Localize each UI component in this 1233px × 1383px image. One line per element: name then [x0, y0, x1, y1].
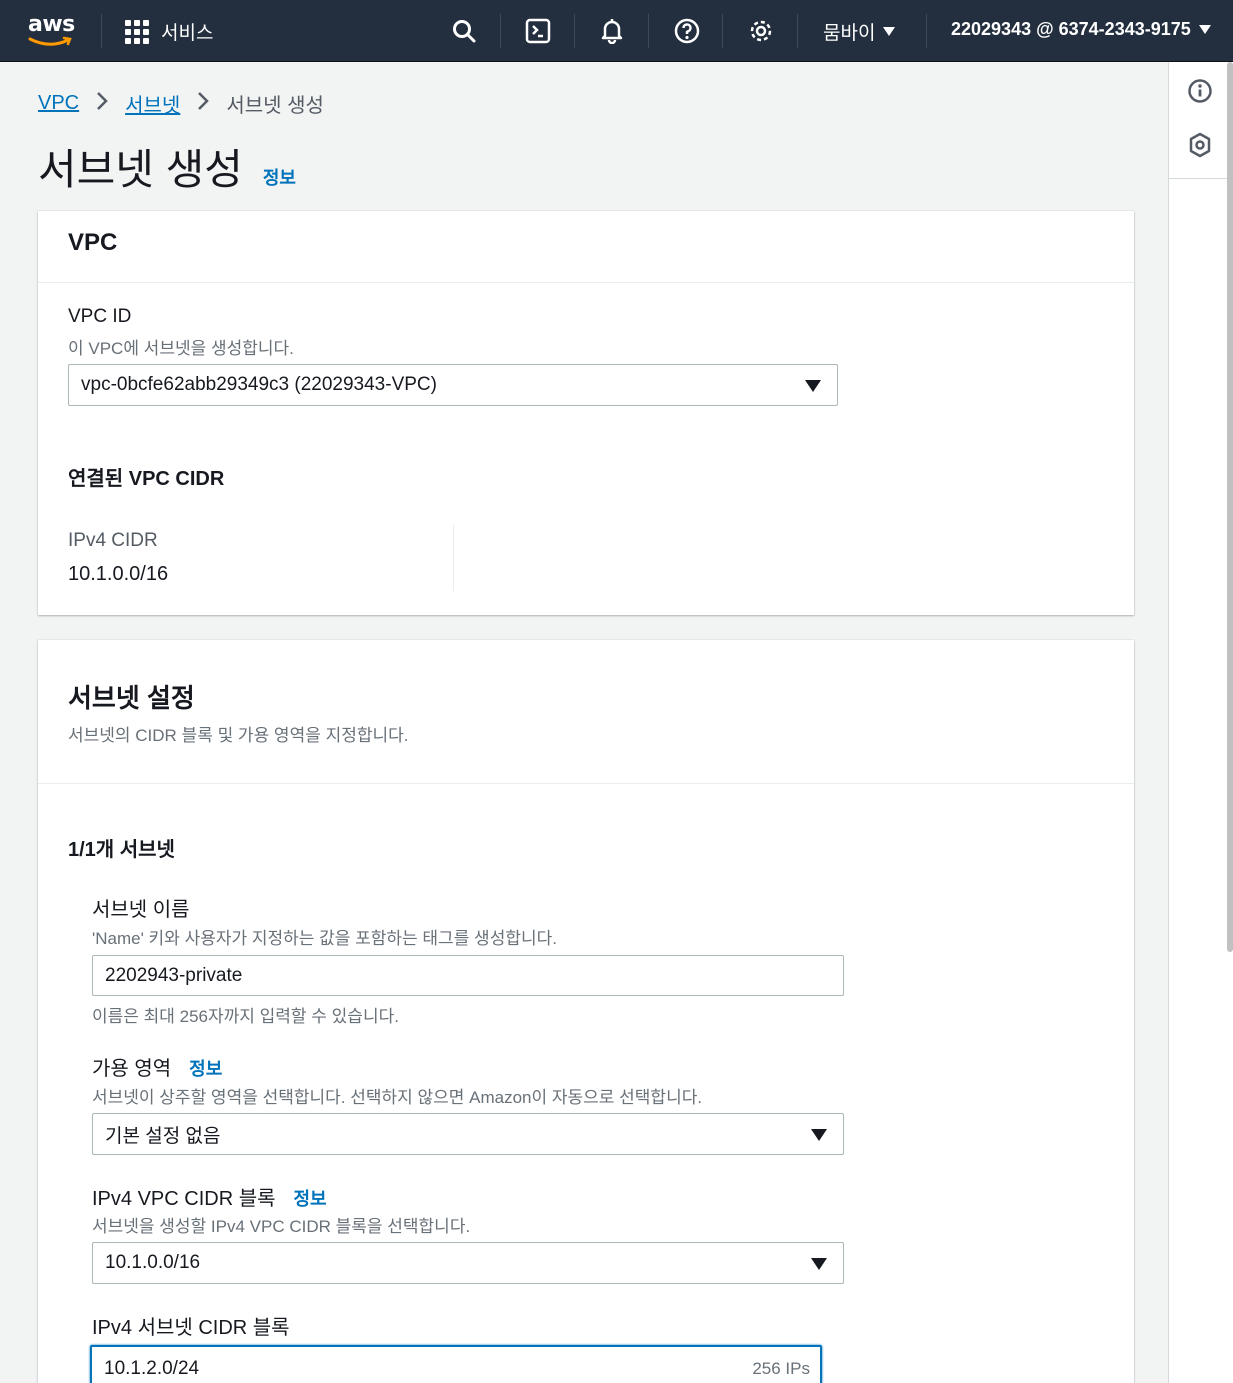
availability-zone-select[interactable]: 기본 설정 없음 — [92, 1113, 844, 1155]
ipv4-cidr-value: 10.1.0.0/16 — [68, 563, 169, 585]
aws-logo[interactable]: aws — [28, 12, 78, 50]
caret-down-icon — [1198, 25, 1211, 34]
vpc-container-header: VPC — [38, 211, 1134, 283]
availability-zone-info-link[interactable]: 정보 — [189, 1055, 222, 1081]
settings-gear-icon[interactable] — [747, 17, 775, 45]
subnet-name-input[interactable]: 2202943-private — [92, 955, 844, 996]
subnet-name-value: 2202943-private — [105, 964, 243, 986]
nav-divider — [926, 14, 927, 48]
nav-divider — [500, 14, 501, 48]
subnet-count-label: 1/1개 서브넷 — [68, 839, 175, 861]
info-panel-icon[interactable] — [1187, 78, 1213, 104]
tools-rail — [1168, 62, 1233, 1383]
vpc-id-description: 이 VPC에 서브넷을 생성합니다. — [68, 339, 294, 358]
breadcrumb: VPC 서브넷 서브넷 생성 — [38, 89, 324, 118]
nav-divider — [797, 14, 798, 48]
availability-zone-value: 기본 설정 없음 — [105, 1125, 221, 1147]
cloudshell-hex-icon[interactable] — [1187, 132, 1213, 158]
breadcrumb-current: 서브넷 생성 — [226, 95, 324, 117]
ipv4-vpc-cidr-label: IPv4 VPC CIDR 블록 — [92, 1188, 276, 1210]
ipv4-cidr-label: IPv4 CIDR — [68, 530, 158, 551]
services-menu-button[interactable]: 서비스 — [125, 18, 213, 45]
ipv4-subnet-cidr-value: 10.1.2.0/24 — [104, 1358, 200, 1379]
ipv4-vpc-cidr-select[interactable]: 10.1.0.0/16 — [92, 1242, 844, 1284]
subnet-settings-header: 서브넷 설정 서브넷의 CIDR 블록 및 가용 영역을 지정합니다. — [38, 640, 1134, 784]
nav-divider — [722, 14, 723, 48]
subnet-name-description: 'Name' 키와 사용자가 지정하는 값을 포함하는 태그를 생성합니다. — [92, 929, 557, 948]
cloudshell-icon[interactable] — [524, 17, 552, 45]
subnet-name-constraint: 이름은 최대 256자까지 입력할 수 있습니다. — [92, 1007, 399, 1026]
caret-down-icon — [883, 27, 896, 36]
nav-divider — [101, 14, 102, 48]
vpc-id-select[interactable]: vpc-0bcfe62abb29349c3 (22029343-VPC) — [68, 364, 838, 406]
notifications-bell-icon[interactable] — [598, 17, 626, 45]
account-label: 22029343 @ 6374-2343-9175 — [951, 19, 1191, 39]
ipv4-subnet-cidr-input[interactable]: 10.1.2.0/24 256 IPs — [90, 1345, 822, 1383]
aws-smile-icon — [28, 36, 72, 46]
search-icon[interactable] — [450, 17, 478, 45]
grid-icon — [125, 19, 149, 44]
vpc-id-value: vpc-0bcfe62abb29349c3 (22029343-VPC) — [81, 374, 437, 395]
chevron-right-icon — [196, 91, 210, 117]
vpc-id-label: VPC ID — [68, 306, 132, 327]
column-divider — [453, 525, 454, 591]
ipv4-vpc-cidr-description: 서브넷을 생성할 IPv4 VPC CIDR 블록을 선택합니다. — [92, 1217, 471, 1236]
scrollbar-thumb[interactable] — [1227, 62, 1233, 952]
breadcrumb-link-vpc[interactable]: VPC — [38, 92, 79, 115]
caret-down-icon — [811, 1258, 827, 1270]
subnet-settings-container: 서브넷 설정 서브넷의 CIDR 블록 및 가용 영역을 지정합니다. 1/1개… — [38, 640, 1134, 1383]
availability-zone-label-row: 가용 영역 정보 — [92, 1052, 222, 1081]
caret-down-icon — [805, 380, 821, 392]
region-label: 뭄바이 — [823, 23, 876, 44]
subnet-name-label: 서브넷 이름 — [92, 899, 190, 921]
chevron-right-icon — [95, 91, 109, 117]
ipv4-subnet-cidr-label: IPv4 서브넷 CIDR 블록 — [92, 1317, 290, 1339]
vpc-section-heading: VPC — [68, 229, 118, 256]
vpc-container: VPC VPC ID 이 VPC에 서브넷을 생성합니다. vpc-0bcfe6… — [38, 211, 1134, 615]
info-link[interactable]: 정보 — [263, 164, 296, 190]
subnet-settings-heading: 서브넷 설정 — [68, 683, 195, 713]
top-navigation: aws 서비스 뭄바이 22029343 @ 6374-2343-9175 — [0, 0, 1233, 62]
page-title: 서브넷 생성 정보 — [38, 136, 296, 197]
availability-zone-description: 서브넷이 상주할 영역을 선택합니다. 선택하지 않으면 Amazon이 자동으… — [92, 1088, 703, 1107]
nav-divider — [574, 14, 575, 48]
page-title-text: 서브넷 생성 — [38, 146, 243, 193]
breadcrumb-link-subnets[interactable]: 서브넷 — [125, 89, 180, 118]
subnet-settings-description: 서브넷의 CIDR 블록 및 가용 영역을 지정합니다. — [68, 726, 409, 745]
availability-zone-label: 가용 영역 — [92, 1058, 172, 1080]
rail-divider — [1169, 178, 1233, 179]
account-menu[interactable]: 22029343 @ 6374-2343-9175 — [951, 19, 1211, 40]
help-icon[interactable] — [673, 17, 701, 45]
vpc-cidr-label-row: IPv4 VPC CIDR 블록 정보 — [92, 1182, 327, 1211]
region-selector[interactable]: 뭄바이 — [823, 18, 896, 45]
aws-logo-text: aws — [28, 12, 75, 37]
services-label: 서비스 — [161, 23, 214, 44]
ipv4-vpc-cidr-info-link[interactable]: 정보 — [294, 1185, 327, 1211]
caret-down-icon — [811, 1129, 827, 1141]
associated-cidr-heading: 연결된 VPC CIDR — [68, 468, 225, 490]
nav-divider — [648, 14, 649, 48]
ipv4-vpc-cidr-value: 10.1.0.0/16 — [105, 1252, 201, 1273]
ip-count-badge: 256 IPs — [752, 1359, 810, 1378]
